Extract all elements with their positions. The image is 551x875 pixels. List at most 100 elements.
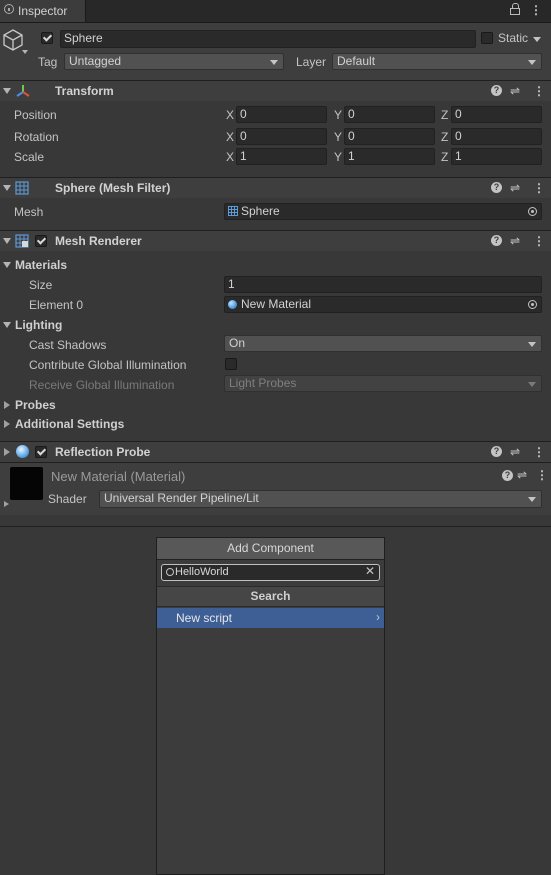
position-z-label[interactable]: Z bbox=[441, 108, 448, 122]
receive-gi-dropdown: Light Probes bbox=[224, 375, 542, 392]
help-icon[interactable]: ? bbox=[491, 85, 502, 96]
tag-dropdown[interactable]: Untagged bbox=[64, 53, 284, 70]
contribute-gi-checkbox[interactable] bbox=[225, 358, 237, 370]
tab-inspector[interactable]: Inspector bbox=[0, 0, 86, 22]
probes-foldout-icon[interactable] bbox=[4, 401, 10, 409]
scale-x-input[interactable]: 1 bbox=[236, 148, 327, 165]
transform-header[interactable]: Transform ? ⇌ ⋮ bbox=[0, 80, 551, 101]
static-label[interactable]: Static bbox=[498, 31, 528, 45]
position-x-label[interactable]: X bbox=[226, 108, 234, 122]
component-header-icons: ? ⇌ ⋮ bbox=[491, 180, 545, 196]
rotation-x-label[interactable]: X bbox=[226, 130, 234, 144]
scale-y-label[interactable]: Y bbox=[334, 150, 342, 164]
reflection-probe-enabled-checkbox[interactable] bbox=[35, 446, 47, 458]
presets-icon[interactable]: ⇌ bbox=[510, 84, 520, 98]
cube-icon bbox=[3, 29, 23, 51]
chevron-down-icon bbox=[528, 497, 536, 502]
material-object-field[interactable]: New Material bbox=[224, 296, 542, 313]
clear-search-icon[interactable]: ✕ bbox=[365, 564, 375, 578]
scale-y-input[interactable]: 1 bbox=[344, 148, 435, 165]
mesh-filter-title: Sphere (Mesh Filter) bbox=[55, 181, 171, 195]
search-result-item[interactable]: New script › bbox=[157, 608, 384, 628]
tab-inspector-label: Inspector bbox=[18, 4, 68, 18]
rotation-x-input[interactable]: 0 bbox=[236, 128, 327, 145]
shader-dropdown[interactable]: Universal Render Pipeline/Lit bbox=[99, 490, 542, 508]
cast-shadows-dropdown[interactable]: On bbox=[224, 335, 542, 352]
mesh-object-field[interactable]: Sphere bbox=[224, 203, 542, 220]
static-dropdown-arrow[interactable] bbox=[533, 37, 541, 42]
scale-z-input[interactable]: 1 bbox=[451, 148, 542, 165]
icon-dropdown-arrow[interactable] bbox=[22, 50, 28, 54]
reflection-probe-header[interactable]: Reflection Probe ? ⇌ ⋮ bbox=[0, 441, 551, 462]
chevron-down-icon bbox=[528, 60, 536, 65]
rotation-z-label[interactable]: Z bbox=[441, 130, 448, 144]
help-icon[interactable]: ? bbox=[491, 235, 502, 246]
tag-label: Tag bbox=[38, 55, 58, 69]
help-icon[interactable]: ? bbox=[491, 182, 502, 193]
additional-settings-foldout-icon[interactable] bbox=[4, 420, 10, 428]
kebab-menu-icon[interactable]: ⋮ bbox=[533, 445, 545, 459]
mesh-filter-header[interactable]: Sphere (Mesh Filter) ? ⇌ ⋮ bbox=[0, 177, 551, 198]
layer-dropdown[interactable]: Default bbox=[332, 53, 542, 70]
foldout-collapsed-icon[interactable] bbox=[4, 448, 10, 456]
scale-z-label[interactable]: Z bbox=[441, 150, 448, 164]
transform-icon bbox=[16, 85, 30, 97]
position-z-input[interactable]: 0 bbox=[451, 106, 542, 123]
component-header-icons: ? ⇌ ⋮ bbox=[491, 233, 545, 249]
chevron-right-icon: › bbox=[376, 610, 380, 624]
cast-shadows-label: Cast Shadows bbox=[29, 338, 107, 352]
search-result-label: New script bbox=[176, 611, 233, 625]
help-icon[interactable]: ? bbox=[491, 446, 502, 457]
probes-label[interactable]: Probes bbox=[15, 398, 56, 412]
presets-icon[interactable]: ⇌ bbox=[510, 445, 520, 459]
additional-settings-label[interactable]: Additional Settings bbox=[15, 417, 124, 431]
scale-label: Scale bbox=[14, 150, 45, 164]
position-label: Position bbox=[14, 108, 57, 122]
mesh-icon bbox=[228, 206, 238, 216]
materials-label[interactable]: Materials bbox=[15, 258, 67, 272]
kebab-menu-icon[interactable]: ⋮ bbox=[536, 468, 548, 482]
presets-icon[interactable]: ⇌ bbox=[510, 181, 520, 195]
materials-size-input[interactable]: 1 bbox=[224, 276, 542, 293]
kebab-menu-icon[interactable]: ⋮ bbox=[533, 84, 545, 98]
position-x-input[interactable]: 0 bbox=[236, 106, 327, 123]
material-title: New Material (Material) bbox=[51, 469, 186, 484]
foldout-expanded-icon[interactable] bbox=[3, 238, 11, 244]
inspector-tab-bar: Inspector ⋮ bbox=[0, 0, 551, 23]
gameobject-active-checkbox[interactable] bbox=[41, 32, 53, 44]
presets-icon[interactable]: ⇌ bbox=[517, 468, 527, 482]
rotation-y-input[interactable]: 0 bbox=[344, 128, 435, 145]
lighting-foldout-icon[interactable] bbox=[3, 322, 11, 328]
component-search-input[interactable]: HelloWorld ✕ bbox=[161, 564, 380, 581]
kebab-menu-icon[interactable]: ⋮ bbox=[533, 234, 545, 248]
kebab-menu-icon[interactable]: ⋮ bbox=[533, 181, 545, 195]
lighting-label[interactable]: Lighting bbox=[15, 318, 62, 332]
scale-x-label[interactable]: X bbox=[226, 150, 234, 164]
help-icon[interactable]: ? bbox=[502, 470, 513, 481]
info-icon bbox=[4, 4, 14, 14]
add-component-button[interactable]: Add Component bbox=[157, 538, 384, 560]
gameobject-name-input[interactable]: Sphere bbox=[60, 30, 476, 48]
chevron-down-icon bbox=[528, 342, 536, 347]
materials-foldout-icon[interactable] bbox=[3, 262, 11, 268]
position-y-input[interactable]: 0 bbox=[344, 106, 435, 123]
search-section-title: Search bbox=[157, 586, 384, 607]
object-picker-icon[interactable] bbox=[528, 207, 537, 216]
material-foldout-icon[interactable] bbox=[4, 501, 9, 507]
foldout-expanded-icon[interactable] bbox=[3, 185, 11, 191]
object-picker-icon[interactable] bbox=[528, 300, 537, 309]
chevron-down-icon bbox=[270, 60, 278, 65]
static-checkbox[interactable] bbox=[481, 32, 493, 44]
position-y-label[interactable]: Y bbox=[334, 108, 342, 122]
search-icon bbox=[166, 568, 174, 576]
foldout-expanded-icon[interactable] bbox=[3, 88, 11, 94]
mesh-label: Mesh bbox=[14, 205, 44, 219]
rotation-y-label[interactable]: Y bbox=[334, 130, 342, 144]
lock-icon[interactable] bbox=[510, 3, 520, 15]
mesh-renderer-header[interactable]: Mesh Renderer ? ⇌ ⋮ bbox=[0, 230, 551, 251]
presets-icon[interactable]: ⇌ bbox=[510, 234, 520, 248]
rotation-z-input[interactable]: 0 bbox=[451, 128, 542, 145]
mesh-renderer-enabled-checkbox[interactable] bbox=[35, 235, 47, 247]
kebab-menu-icon[interactable]: ⋮ bbox=[530, 3, 542, 17]
size-label: Size bbox=[29, 278, 53, 292]
